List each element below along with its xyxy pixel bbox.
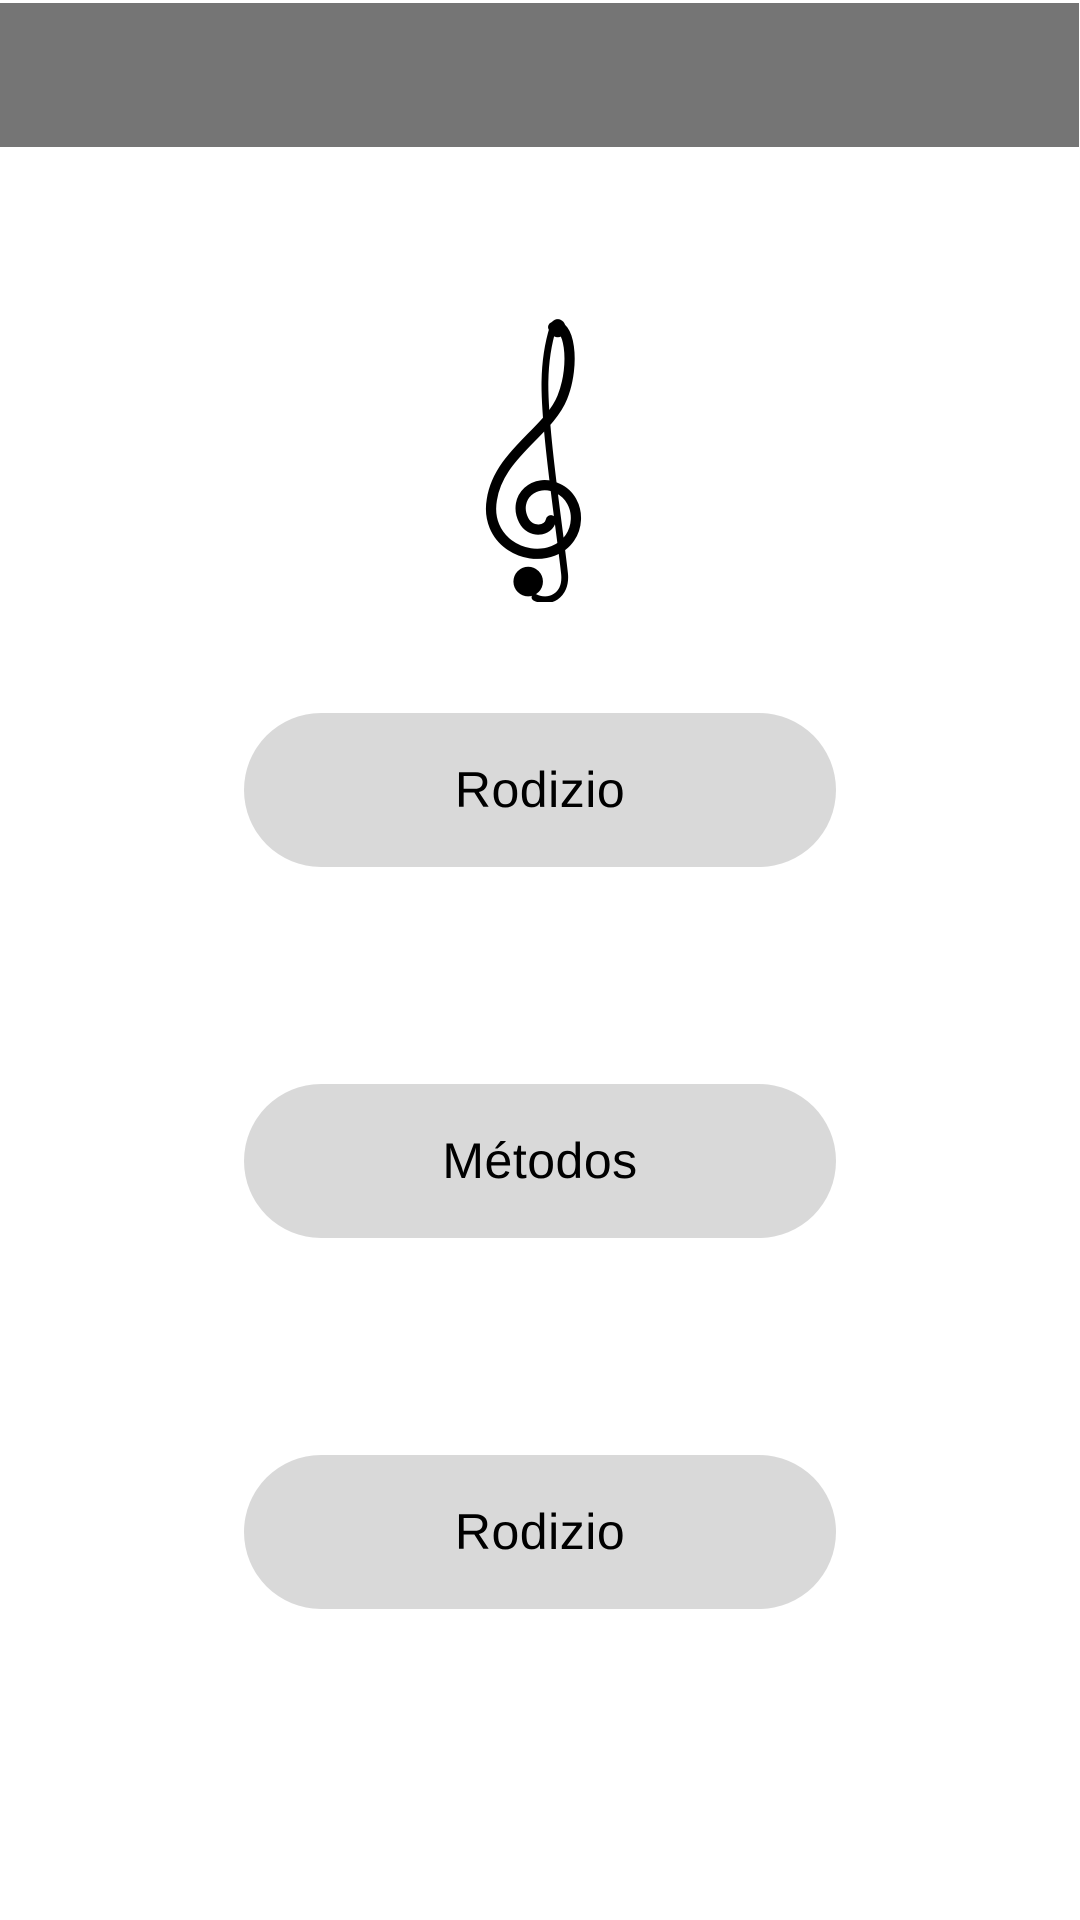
top-app-bar xyxy=(0,3,1079,147)
metodos-button[interactable]: Métodos xyxy=(244,1084,836,1238)
app-screen: Rodizio Métodos Rodizio xyxy=(0,0,1080,1920)
rodizio-button[interactable]: Rodizio xyxy=(244,713,836,867)
rodizio-button-secondary[interactable]: Rodizio xyxy=(244,1455,836,1609)
rodizio-button-label: Rodizio xyxy=(454,762,626,818)
rodizio-button-secondary-label: Rodizio xyxy=(454,1504,626,1560)
treble-clef-icon xyxy=(478,318,592,602)
metodos-button-label: Métodos xyxy=(442,1133,638,1189)
